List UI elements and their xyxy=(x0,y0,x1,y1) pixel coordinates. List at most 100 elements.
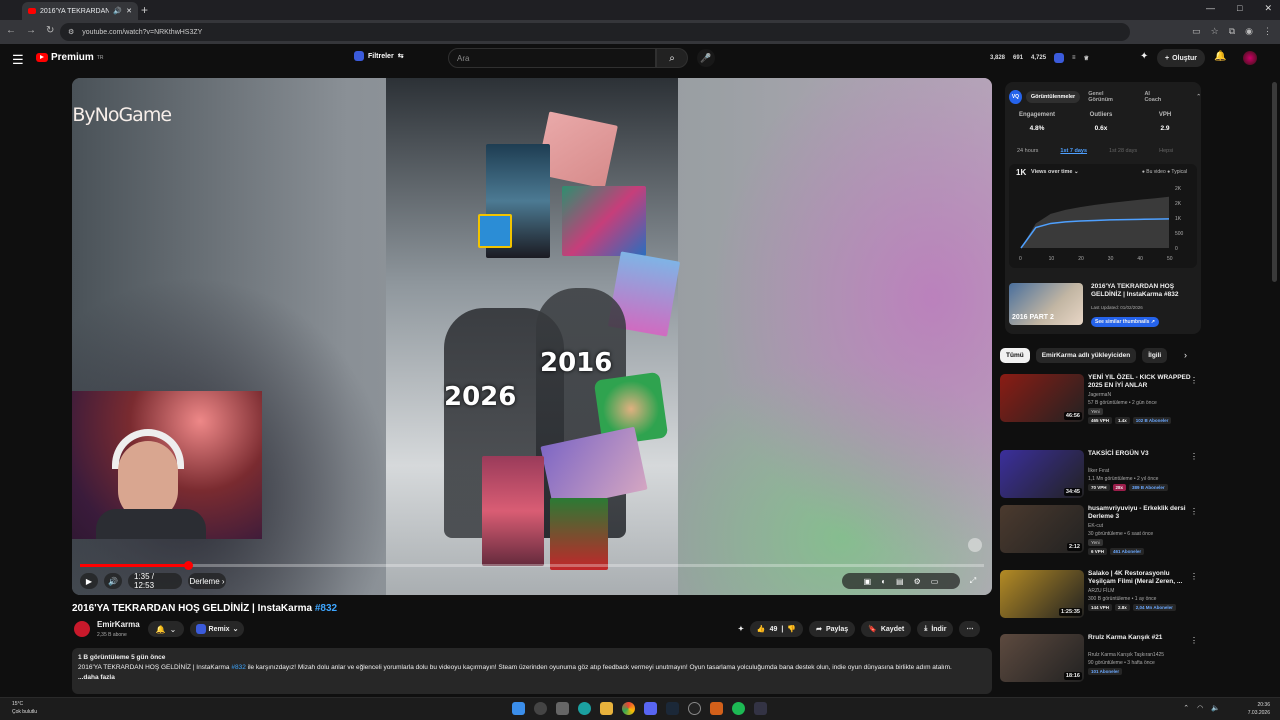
clock[interactable]: 20:36 7.03.2026 xyxy=(1248,701,1270,717)
recommendation-item[interactable]: 46:56 YENİ YIL ÖZEL - KICK WRAPPED 2025 E… xyxy=(1000,374,1200,436)
new-tab-button[interactable]: + xyxy=(141,3,148,17)
recommendation-title[interactable]: husamvriyuviyu - Erkeklik dersi Derleme … xyxy=(1088,505,1192,521)
subscribed-bell-button[interactable]: 🔔 ⌄ xyxy=(148,621,184,637)
tab-views[interactable]: Görüntülenmeler xyxy=(1025,91,1081,103)
chart-selector[interactable]: Views over time ⌄ xyxy=(1031,169,1079,175)
create-button[interactable]: + Oluştur xyxy=(1157,49,1205,67)
sparkle-action-icon[interactable]: ✦ xyxy=(738,621,744,637)
more-options-icon[interactable]: ⋮ xyxy=(1190,572,1198,581)
recommendation-thumbnail[interactable]: 18:16 xyxy=(1000,634,1084,682)
close-tab-icon[interactable]: ✕ xyxy=(126,7,132,15)
bookmark-star-icon[interactable]: ☆ xyxy=(1211,26,1219,37)
range-24h[interactable]: 24 hours xyxy=(1017,148,1038,154)
chrome-icon[interactable] xyxy=(622,702,635,715)
spotify-icon[interactable] xyxy=(732,702,745,715)
autoplay-toggle[interactable]: ◐ xyxy=(881,577,886,586)
download-button[interactable]: ⤓ İndir xyxy=(917,621,954,637)
chapter-button[interactable]: Derleme › xyxy=(188,573,226,589)
recommendation-item[interactable]: 34:45 TAKSİCİ ERGÜN V3 İlker Fırat 1,1 Mn g… xyxy=(1000,450,1200,512)
maximize-button[interactable]: □ xyxy=(1237,3,1242,14)
url-field[interactable]: ⚙ youtube.com/watch?v=NRKthwHS3ZY xyxy=(60,23,1130,41)
menu-icon[interactable]: ⋮ xyxy=(1263,26,1272,37)
recommendation-thumbnail[interactable]: 34:45 xyxy=(1000,450,1084,498)
tab-overview[interactable]: Genel Görünüm xyxy=(1084,88,1130,106)
fullscreen-icon[interactable]: ⤢ xyxy=(966,573,980,589)
tray-chevron-icon[interactable]: ⌃ xyxy=(1183,704,1189,712)
vidiq-badge-icon[interactable] xyxy=(1054,53,1065,63)
youtube-logo[interactable]: Premium TR xyxy=(36,52,103,63)
miniplayer-icon[interactable]: ▭ xyxy=(931,577,939,586)
description-box[interactable]: 1 B görüntüleme 5 gün önce 2016'YA TEKRA… xyxy=(72,648,992,694)
channel-name[interactable]: EmirKarma xyxy=(97,620,140,629)
subtitles-icon[interactable]: ▤ xyxy=(896,577,904,586)
start-icon[interactable] xyxy=(512,702,525,715)
back-icon[interactable]: ← xyxy=(6,25,16,36)
recommendation-item[interactable]: 18:16 Rrulz Karma Karışık #21 Rrulz Karma … xyxy=(1000,634,1200,696)
more-options-icon[interactable]: ⋮ xyxy=(1190,636,1198,645)
video-title-hashtag[interactable]: #832 xyxy=(315,603,337,614)
site-info-icon[interactable]: ⚙ xyxy=(68,28,74,36)
trophy-icon[interactable]: ♕ xyxy=(1084,55,1089,62)
search-input[interactable]: Ara xyxy=(448,48,656,68)
hamburger-menu-icon[interactable]: ☰ xyxy=(12,52,24,68)
chip-all[interactable]: Tümü xyxy=(1000,348,1030,363)
account-avatar[interactable] xyxy=(1243,51,1257,65)
task-view-icon[interactable] xyxy=(556,702,569,715)
search-button[interactable]: ⌕ xyxy=(656,48,688,68)
more-options-icon[interactable]: ⋮ xyxy=(1190,452,1198,461)
recommendation-channel[interactable]: EK-cut xyxy=(1088,523,1103,529)
audio-icon[interactable]: 🔊 xyxy=(113,7,122,15)
similar-thumbnail[interactable]: 2016 PART 2 xyxy=(1009,283,1083,325)
close-window-button[interactable]: ✕ xyxy=(1264,3,1272,14)
edge-icon[interactable] xyxy=(578,702,591,715)
sparkle-icon[interactable]: ✦ xyxy=(1140,51,1148,62)
play-button[interactable]: ▶ xyxy=(80,573,98,589)
remix-button[interactable]: Remix ⌄ xyxy=(190,621,244,637)
discord-icon[interactable] xyxy=(644,702,657,715)
recommendation-title[interactable]: YENİ YIL ÖZEL - KICK WRAPPED 2025 EN İYİ… xyxy=(1088,374,1192,390)
search-taskbar-icon[interactable] xyxy=(534,702,547,715)
recommendation-channel[interactable]: İlker Fırat xyxy=(1088,468,1109,474)
share-button[interactable]: ➦ Paylaş xyxy=(809,621,856,637)
chip-related[interactable]: İlgili xyxy=(1142,348,1168,363)
minimize-button[interactable]: — xyxy=(1206,3,1215,14)
cast-icon[interactable]: ▭ xyxy=(1192,26,1201,37)
recommendation-channel[interactable]: JagermaN xyxy=(1088,392,1111,398)
more-options-icon[interactable]: ⋮ xyxy=(1190,507,1198,516)
app-orange-icon[interactable] xyxy=(710,702,723,715)
notifications-bell-icon[interactable]: 🔔 xyxy=(1214,51,1226,62)
list-icon[interactable]: ≡ xyxy=(1072,55,1076,61)
settings-gear-icon[interactable]: ⚙ xyxy=(914,577,921,586)
recommendation-item[interactable]: 2:12 husamvriyuviyu - Erkeklik dersi Derl… xyxy=(1000,505,1200,567)
thumbs-down-icon[interactable]: 👎 xyxy=(787,625,796,633)
recommendation-channel[interactable]: Rrulz Karma Karışık Taşkıran1425 xyxy=(1088,652,1164,658)
speaker-icon[interactable]: 🔈 xyxy=(1211,704,1220,712)
extensions-icon[interactable]: ⧉ xyxy=(1229,26,1235,37)
tab-ai-coach[interactable]: AI Coach xyxy=(1134,88,1176,106)
recommendation-title[interactable]: Rrulz Karma Karışık #21 xyxy=(1088,634,1192,642)
video-player[interactable]: ⚡ByNoGame 2016 2026 ▶ 🔊 1:35 / 12:53 Der… xyxy=(72,78,992,595)
obs-icon[interactable] xyxy=(688,702,701,715)
reload-icon[interactable]: ↻ xyxy=(46,25,54,36)
more-actions-button[interactable]: ⋯ xyxy=(959,621,981,637)
more-options-icon[interactable]: ⋮ xyxy=(1190,376,1198,385)
volume-button[interactable]: 🔊 xyxy=(104,573,122,589)
range-7d[interactable]: 1st 7 days xyxy=(1060,148,1087,154)
range-all[interactable]: Hepsi xyxy=(1159,148,1173,154)
recommendation-title[interactable]: Salako | 4K Restorasyonlu Yeşilçam Filmi… xyxy=(1088,570,1192,586)
recommendation-channel[interactable]: ARZU FİLM xyxy=(1088,588,1114,594)
vidiq-player-icon[interactable]: ▣ xyxy=(864,577,872,586)
filters-button[interactable]: Filtreler ⇆ xyxy=(354,51,404,61)
voice-search-button[interactable]: 🎤 xyxy=(697,49,715,67)
recommendation-thumbnail[interactable]: 1:25:35 xyxy=(1000,570,1084,618)
like-button[interactable]: 👍 49 | 👎 xyxy=(749,621,804,637)
channel-avatar[interactable] xyxy=(74,621,90,637)
file-explorer-icon[interactable] xyxy=(600,702,613,715)
recommendation-thumbnail[interactable]: 46:56 xyxy=(1000,374,1084,422)
recommendation-item[interactable]: 1:25:35 Salako | 4K Restorasyonlu Yeşilça… xyxy=(1000,570,1200,632)
collapse-icon[interactable]: ⌃ xyxy=(1196,94,1201,100)
description-hashtag[interactable]: #832 xyxy=(231,664,245,671)
chip-uploader[interactable]: EmirKarma adlı yükleyiciden xyxy=(1035,348,1137,363)
progress-bar[interactable] xyxy=(80,561,984,570)
app-misc-icon[interactable] xyxy=(754,702,767,715)
